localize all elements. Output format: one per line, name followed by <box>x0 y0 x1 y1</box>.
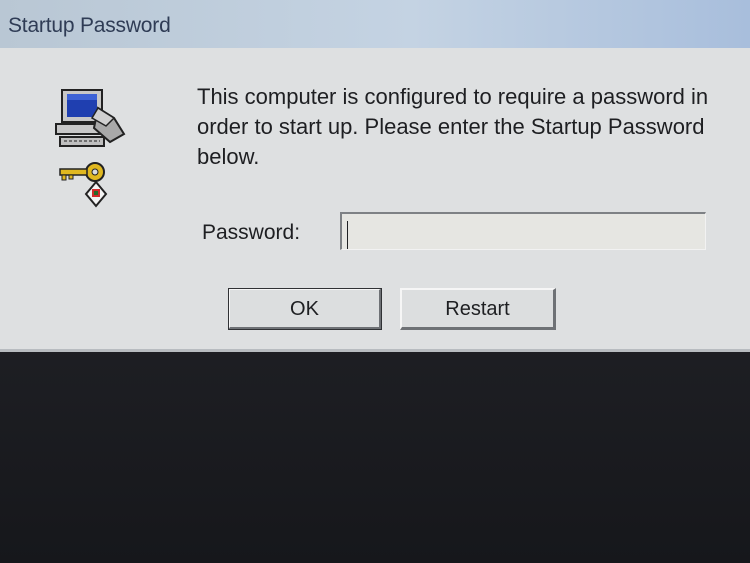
password-label: Password: <box>202 221 301 244</box>
ok-button[interactable]: OK <box>228 288 382 330</box>
text-caret <box>347 221 348 249</box>
restart-button[interactable]: Restart <box>400 288 556 330</box>
title-bar[interactable]: Startup Password <box>0 0 750 48</box>
window-title: Startup Password <box>8 14 171 37</box>
password-input[interactable] <box>340 212 706 250</box>
computer-with-key-icon <box>48 82 128 212</box>
dialog-message: This computer is configured to require a… <box>197 84 709 169</box>
startup-password-dialog: Startup Password This computer is config… <box>0 0 750 352</box>
